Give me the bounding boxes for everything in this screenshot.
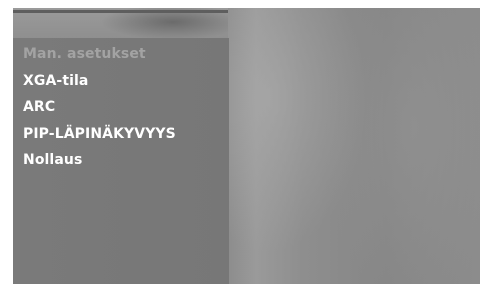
menu-header-bar (13, 8, 228, 38)
menu-item-xga-mode[interactable]: XGA-tila (23, 68, 176, 95)
menu-item-manual-settings: Man. asetukset (23, 46, 146, 62)
menu-item-pip-transparency[interactable]: PIP-LÄPINÄKYVYYS (23, 121, 176, 148)
menu-item-reset[interactable]: Nollaus (23, 147, 176, 174)
header-divider (13, 10, 228, 13)
menu-list: Man. asetukset XGA-tila ARC PIP-LÄPINÄKY… (23, 41, 176, 174)
osd-menu-panel: Man. asetukset XGA-tila ARC PIP-LÄPINÄKY… (13, 38, 229, 284)
tv-screen: Man. asetukset XGA-tila ARC PIP-LÄPINÄKY… (13, 8, 480, 284)
menu-item-arc[interactable]: ARC (23, 94, 176, 121)
